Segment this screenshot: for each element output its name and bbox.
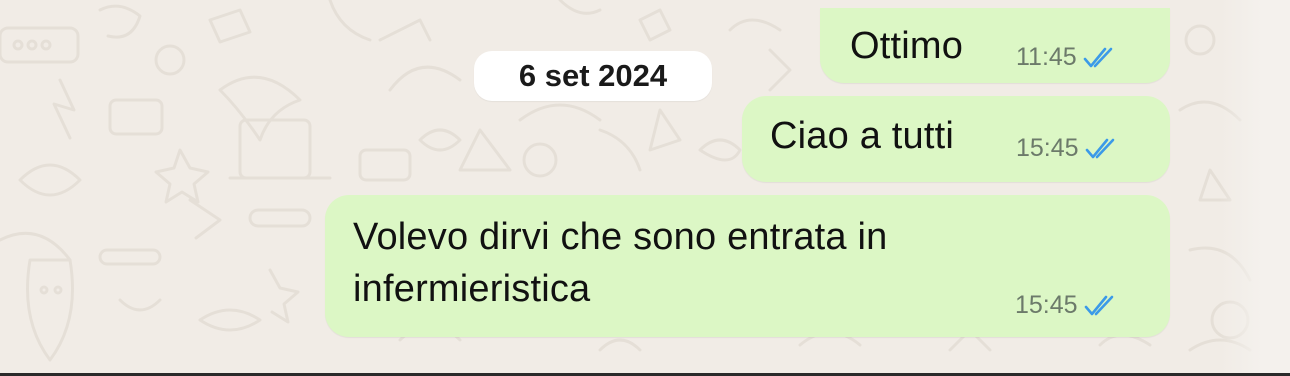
message-meta: 15:45 [1016,134,1119,163]
message-bubble-outgoing[interactable]: Ciao a tutti 15:45 [742,96,1170,182]
message-bubble-outgoing[interactable]: Ottimo 11:45 [820,8,1170,83]
scroll-edge [1220,0,1290,376]
read-double-check-icon [1083,47,1117,69]
read-double-check-icon [1085,138,1119,160]
message-text: Ciao a tutti [770,115,955,157]
message-time: 11:45 [1016,43,1077,71]
message-time: 15:45 [1016,134,1079,162]
message-text: Ottimo [850,25,964,67]
date-separator: 6 set 2024 [474,51,712,101]
message-text: Volevo dirvi che sono entrata in infermi… [353,216,888,310]
read-double-check-icon [1084,295,1118,317]
message-time: 15:45 [1015,291,1078,319]
message-meta: 15:45 [1015,291,1118,320]
message-bubble-outgoing[interactable]: Volevo dirvi che sono entrata in infermi… [325,195,1170,337]
message-meta: 11:45 [1016,43,1117,72]
